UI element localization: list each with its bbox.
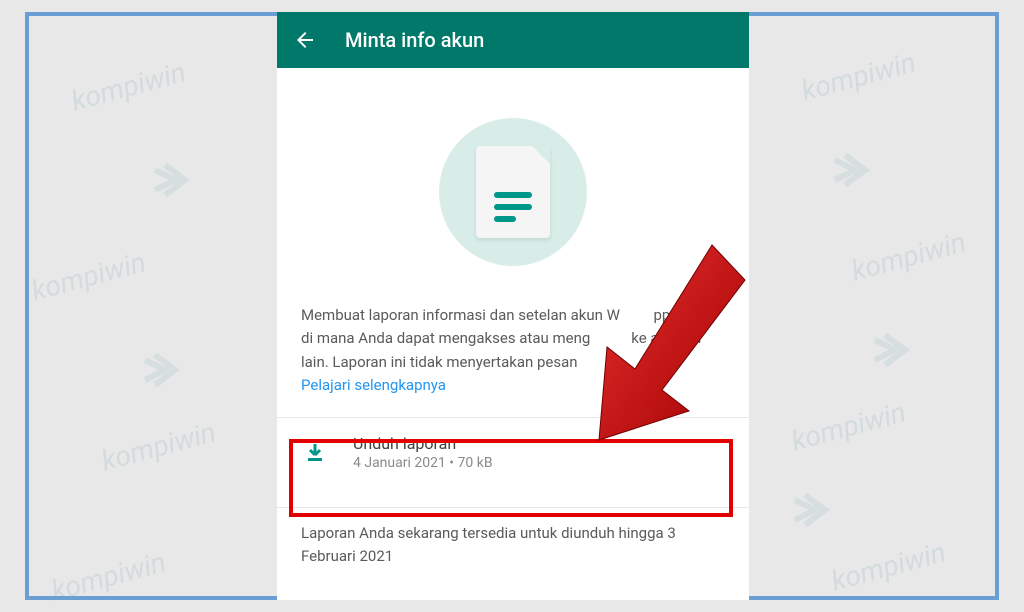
footer-text: Laporan Anda sekarang tersedia untuk diu… [277,508,749,569]
description-text: Membuat laporan informasi dan setelan ak… [277,304,749,397]
download-meta: 4 Januari 2021 • 70 kB [353,455,493,471]
app-title: Minta info akun [345,28,484,52]
content-area: Membuat laporan informasi dan setelan ak… [277,68,749,569]
learn-more-link[interactable]: Pelajari selengkapnya [301,376,446,394]
phone-screen: Minta info akun Membuat laporan informas… [277,12,749,600]
app-bar: Minta info akun [277,12,749,68]
download-title: Unduh laporan [353,434,493,453]
download-icon [303,441,327,465]
document-illustration [277,88,749,304]
back-arrow-icon[interactable] [293,28,317,52]
download-report-button[interactable]: Unduh laporan 4 Januari 2021 • 70 kB [277,418,749,487]
